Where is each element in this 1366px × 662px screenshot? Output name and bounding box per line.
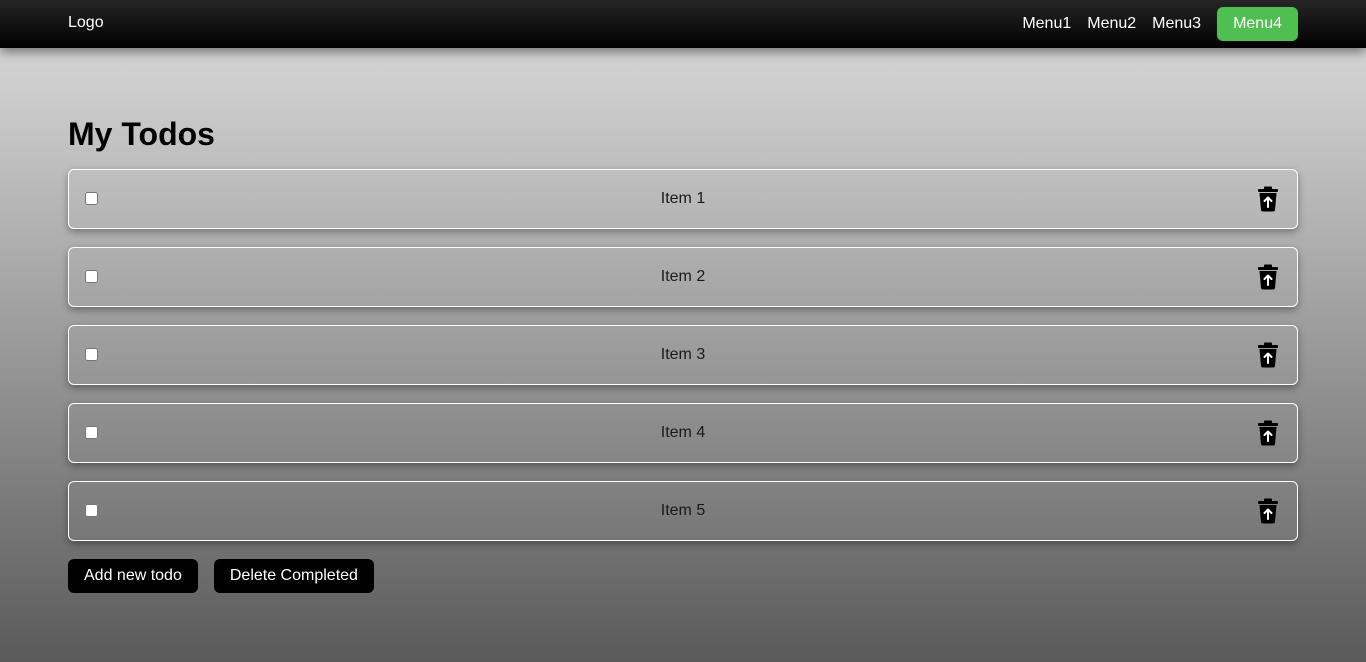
todo-label: Item 4 [660, 424, 706, 441]
todo-label: Item 1 [660, 190, 706, 207]
nav-item-menu1[interactable]: Menu1 [1022, 15, 1071, 33]
todo-item: Item 3 [68, 325, 1298, 385]
add-todo-button[interactable]: Add new todo [68, 559, 198, 593]
todo-label: Item 3 [660, 346, 706, 363]
todo-label: Item 2 [660, 268, 706, 285]
todo-item: Item 5 [68, 481, 1298, 541]
page-title: My Todos [68, 116, 215, 152]
nav-menu: Menu1 Menu2 Menu3 Menu4 [1022, 7, 1298, 41]
trash-icon[interactable] [1257, 420, 1279, 446]
delete-completed-button[interactable]: Delete Completed [213, 559, 374, 593]
logo[interactable]: Logo [68, 14, 104, 32]
todo-label: Item 5 [660, 502, 706, 519]
todo-item: Item 2 [68, 247, 1298, 307]
nav-item-menu4[interactable]: Menu4 [1217, 7, 1298, 41]
todo-item: Item 1 [68, 169, 1298, 229]
todo-item: Item 4 [68, 403, 1298, 463]
trash-icon[interactable] [1257, 498, 1279, 524]
navbar: Logo Menu1 Menu2 Menu3 Menu4 [0, 0, 1366, 48]
todo-actions: Add new todo Delete Completed [68, 559, 390, 593]
trash-icon[interactable] [1257, 186, 1279, 212]
nav-item-menu3[interactable]: Menu3 [1152, 15, 1201, 33]
trash-icon[interactable] [1257, 342, 1279, 368]
trash-icon[interactable] [1257, 264, 1279, 290]
todo-list: Item 1 Item 2 Item 3 Item 4 Item 5 [68, 169, 1298, 559]
nav-item-menu2[interactable]: Menu2 [1087, 15, 1136, 33]
